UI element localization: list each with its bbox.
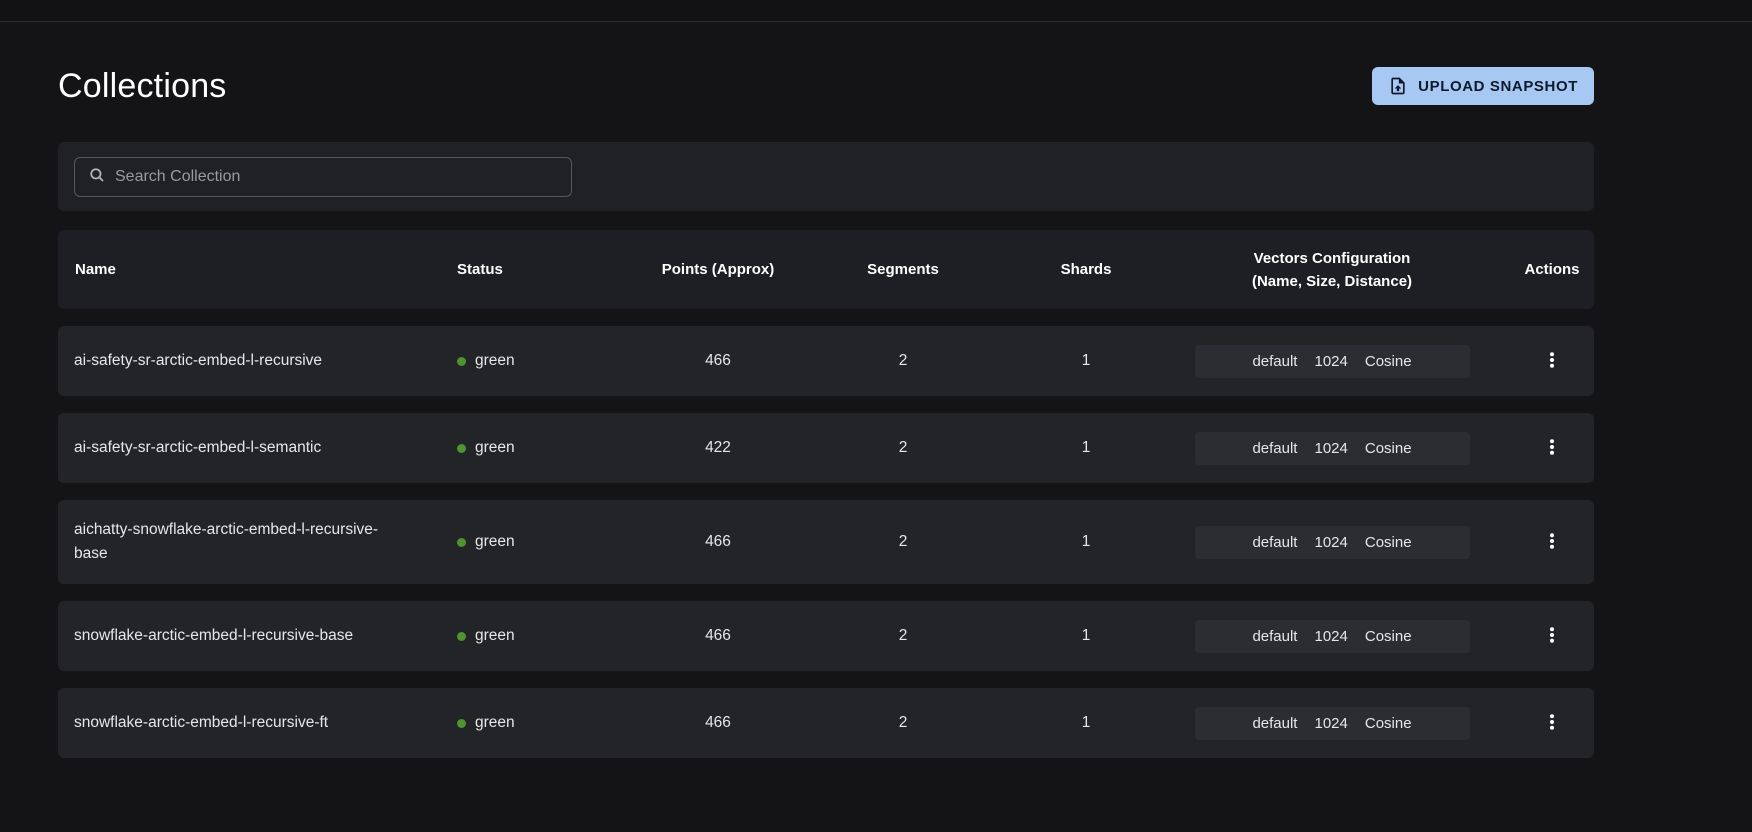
vector-distance: Cosine: [1365, 440, 1412, 457]
vector-size: 1024: [1314, 715, 1347, 732]
vector-distance: Cosine: [1365, 353, 1412, 370]
segments-value: 2: [816, 627, 990, 645]
collection-name[interactable]: snowflake-arctic-embed-l-recursive-ft: [58, 693, 440, 753]
vector-size: 1024: [1314, 628, 1347, 645]
search-panel: [58, 142, 1594, 211]
collection-name[interactable]: aichatty-snowflake-arctic-embed-l-recurs…: [58, 500, 440, 584]
vector-config-chip: default 1024 Cosine: [1195, 620, 1470, 653]
vector-name: default: [1252, 440, 1297, 457]
collection-status: green: [440, 627, 620, 645]
segments-value: 2: [816, 714, 990, 732]
vector-name: default: [1252, 715, 1297, 732]
row-actions-button[interactable]: [1534, 705, 1570, 741]
top-bar: [0, 0, 1752, 22]
shards-value: 1: [990, 714, 1182, 732]
status-label: green: [475, 533, 515, 551]
kebab-menu-icon: [1543, 713, 1561, 734]
search-collection-box[interactable]: [74, 157, 572, 197]
table-body: ai-safety-sr-arctic-embed-l-recursive gr…: [58, 326, 1594, 758]
status-dot-icon: [457, 538, 466, 547]
points-value: 422: [620, 439, 816, 457]
row-actions-button[interactable]: [1534, 343, 1570, 379]
table-row[interactable]: snowflake-arctic-embed-l-recursive-base …: [58, 601, 1594, 671]
status-dot-icon: [457, 719, 466, 728]
table-row[interactable]: snowflake-arctic-embed-l-recursive-ft gr…: [58, 688, 1594, 758]
kebab-menu-icon: [1543, 532, 1561, 553]
vector-distance: Cosine: [1365, 628, 1412, 645]
kebab-menu-icon: [1543, 438, 1561, 459]
collection-name[interactable]: snowflake-arctic-embed-l-recursive-base: [58, 606, 440, 666]
kebab-menu-icon: [1543, 351, 1561, 372]
collection-name[interactable]: ai-safety-sr-arctic-embed-l-recursive: [58, 331, 440, 391]
vector-distance: Cosine: [1365, 534, 1412, 551]
table-row[interactable]: ai-safety-sr-arctic-embed-l-semantic gre…: [58, 413, 1594, 483]
upload-snapshot-button[interactable]: UPLOAD SNAPSHOT: [1372, 67, 1594, 105]
status-dot-icon: [457, 357, 466, 366]
row-actions-button[interactable]: [1534, 430, 1570, 466]
status-label: green: [475, 352, 515, 370]
file-upload-icon: [1388, 76, 1408, 96]
points-value: 466: [620, 533, 816, 551]
shards-value: 1: [990, 352, 1182, 370]
status-label: green: [475, 714, 515, 732]
shards-value: 1: [990, 439, 1182, 457]
shards-value: 1: [990, 533, 1182, 551]
table-row[interactable]: ai-safety-sr-arctic-embed-l-recursive gr…: [58, 326, 1594, 396]
search-icon: [88, 166, 106, 189]
vector-size: 1024: [1314, 353, 1347, 370]
header-points: Points (Approx): [620, 261, 816, 278]
kebab-menu-icon: [1543, 626, 1561, 647]
status-dot-icon: [457, 444, 466, 453]
collection-status: green: [440, 714, 620, 732]
vector-config-chip: default 1024 Cosine: [1195, 345, 1470, 378]
page-header: Collections UPLOAD SNAPSHOT: [58, 66, 1594, 106]
page-title: Collections: [58, 67, 227, 106]
row-actions-button[interactable]: [1534, 524, 1570, 560]
header-name: Name: [58, 261, 440, 278]
table-row[interactable]: aichatty-snowflake-arctic-embed-l-recurs…: [58, 500, 1594, 584]
collection-status: green: [440, 533, 620, 551]
collection-status: green: [440, 352, 620, 370]
segments-value: 2: [816, 533, 990, 551]
collection-status: green: [440, 439, 620, 457]
collections-page: Collections UPLOAD SNAPSHOT Name Status: [58, 66, 1594, 758]
status-dot-icon: [457, 632, 466, 641]
segments-value: 2: [816, 439, 990, 457]
vector-config-chip: default 1024 Cosine: [1195, 526, 1470, 559]
status-label: green: [475, 627, 515, 645]
vector-size: 1024: [1314, 534, 1347, 551]
header-status: Status: [440, 261, 620, 278]
points-value: 466: [620, 352, 816, 370]
collections-table: Name Status Points (Approx) Segments Sha…: [58, 230, 1594, 758]
vector-distance: Cosine: [1365, 715, 1412, 732]
vector-name: default: [1252, 534, 1297, 551]
shards-value: 1: [990, 627, 1182, 645]
header-vectors-configuration: Vectors Configuration (Name, Size, Dista…: [1182, 247, 1482, 293]
status-label: green: [475, 439, 515, 457]
vector-name: default: [1252, 353, 1297, 370]
table-header-row: Name Status Points (Approx) Segments Sha…: [58, 230, 1594, 309]
row-actions-button[interactable]: [1534, 618, 1570, 654]
vector-size: 1024: [1314, 440, 1347, 457]
header-shards: Shards: [990, 261, 1182, 278]
points-value: 466: [620, 714, 816, 732]
upload-snapshot-label: UPLOAD SNAPSHOT: [1418, 78, 1578, 95]
points-value: 466: [620, 627, 816, 645]
search-collection-input[interactable]: [115, 168, 558, 186]
collection-name[interactable]: ai-safety-sr-arctic-embed-l-semantic: [58, 418, 440, 478]
vector-name: default: [1252, 628, 1297, 645]
header-actions: Actions: [1510, 261, 1594, 278]
segments-value: 2: [816, 352, 990, 370]
vector-config-chip: default 1024 Cosine: [1195, 707, 1470, 740]
header-segments: Segments: [816, 261, 990, 278]
vector-config-chip: default 1024 Cosine: [1195, 432, 1470, 465]
